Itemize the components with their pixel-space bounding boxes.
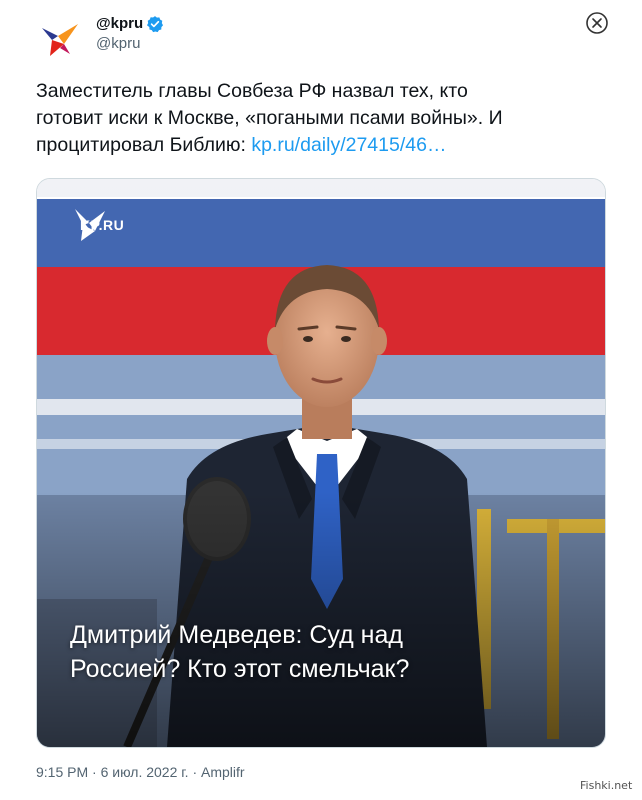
card-headline: Дмитрий Медведев: Суд над Россией? Кто э… <box>70 621 410 683</box>
tweet-source[interactable]: Amplifr <box>201 764 245 780</box>
author-block: @kpru @kpru <box>96 14 164 54</box>
tweet-time[interactable]: 9:15 PM <box>36 764 88 780</box>
tweet-link[interactable]: kp.ru/daily/27415/46… <box>251 134 446 156</box>
verified-badge-icon <box>147 16 164 33</box>
more-options-icon[interactable] <box>586 12 608 34</box>
author-handle[interactable]: @kpru <box>96 34 164 54</box>
card-logo-text: KP.RU <box>80 217 125 233</box>
tweet-date[interactable]: 6 июл. 2022 г. <box>101 764 189 780</box>
tweet-meta: 9:15 PM · 6 июл. 2022 г. · Amplifr <box>36 764 245 780</box>
author-display-name[interactable]: @kpru <box>96 14 143 34</box>
meta-separator: · <box>188 764 202 780</box>
meta-separator: · <box>88 764 101 780</box>
author-display-name-row[interactable]: @kpru <box>96 14 164 34</box>
tweet-text: Заместитель главы Совбеза РФ назвал тех,… <box>36 78 596 159</box>
kpru-avatar[interactable] <box>34 14 84 64</box>
watermark: Fishki.net <box>580 779 633 792</box>
